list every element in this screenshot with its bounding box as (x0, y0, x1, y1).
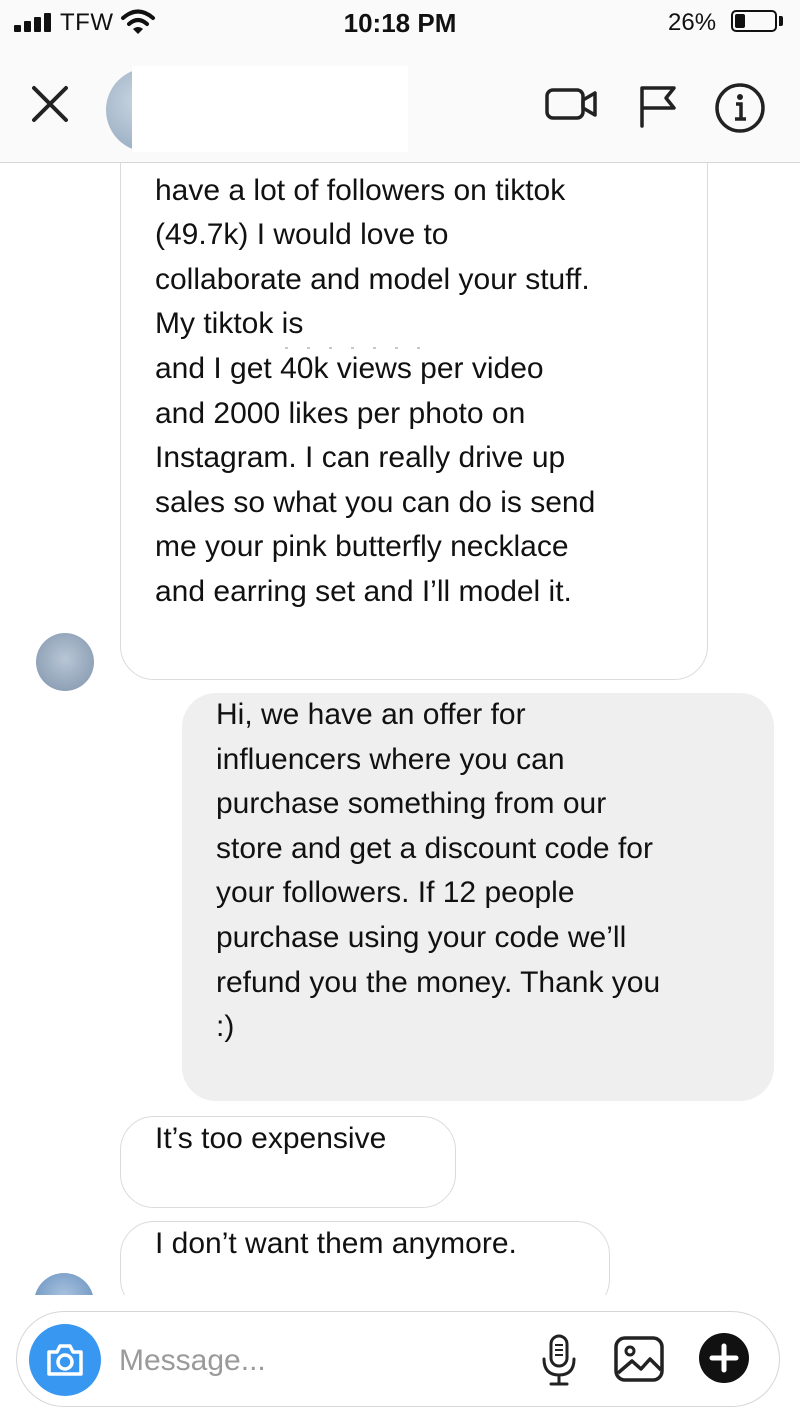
outgoing-message-bubble[interactable]: Hi, we have an offer for influencers whe… (182, 693, 774, 1101)
camera-button[interactable] (29, 1324, 101, 1396)
contact-name-redacted[interactable] (132, 66, 408, 152)
chat-header (0, 50, 800, 163)
message-text: I’m obsessed with your brand!! I have a … (155, 173, 590, 341)
camera-icon (47, 1344, 83, 1376)
close-icon[interactable] (26, 80, 74, 128)
plus-icon[interactable] (697, 1331, 751, 1385)
sender-avatar[interactable] (34, 1273, 94, 1295)
battery-level (735, 14, 745, 28)
sender-avatar[interactable] (36, 633, 94, 691)
status-bar: TFW 10:18 PM 26% (0, 0, 800, 50)
battery-icon (731, 10, 777, 32)
microphone-icon[interactable] (539, 1333, 579, 1387)
battery-percent: 26% (668, 9, 717, 36)
battery-cap (779, 16, 783, 26)
incoming-message-bubble[interactable]: I don’t want them anymore. (120, 1221, 610, 1295)
message-text: I don’t want them anymore. (155, 1227, 517, 1260)
message-input[interactable] (117, 1334, 521, 1388)
message-text: Hi, we have an offer for influencers whe… (216, 698, 661, 1044)
flag-icon[interactable] (636, 84, 680, 128)
info-icon[interactable] (714, 82, 766, 134)
incoming-message-bubble[interactable]: It’s too expensive (120, 1116, 456, 1208)
message-text: and I get 40k views per video and 2000 l… (155, 351, 596, 608)
message-composer (16, 1311, 780, 1407)
gallery-icon[interactable] (613, 1333, 665, 1385)
video-call-icon[interactable] (544, 84, 600, 124)
incoming-message-bubble[interactable]: I’m obsessed with your brand!! I have a … (120, 163, 708, 680)
message-text: It’s too expensive (155, 1122, 387, 1155)
message-thread[interactable]: I’m obsessed with your brand!! I have a … (0, 163, 800, 1295)
